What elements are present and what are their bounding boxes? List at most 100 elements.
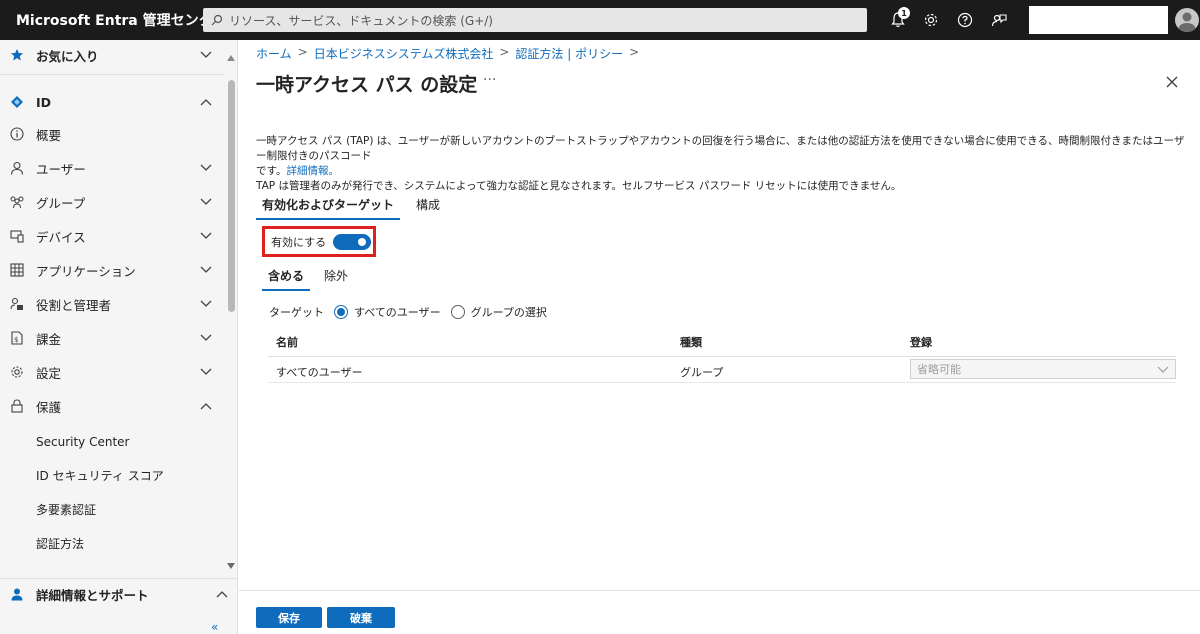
column-header-registration: 登録 — [910, 336, 932, 349]
roles-icon — [9, 296, 25, 312]
sidebar-item-label: 詳細情報とサポート — [36, 587, 149, 603]
column-header-name: 名前 — [276, 336, 298, 349]
tab-enable-and-target[interactable]: 有効化およびターゲット — [256, 198, 401, 220]
support-icon — [9, 586, 25, 602]
page-title: 一時アクセス パス の設定 — [256, 74, 478, 96]
sidebar-item-label: 設定 — [36, 365, 62, 381]
chevron-down-icon — [1157, 364, 1169, 377]
sidebar-item-label: 概要 — [36, 127, 62, 143]
sidebar-item-label: 多要素認証 — [36, 502, 97, 517]
feedback-icon[interactable] — [989, 10, 1009, 30]
chevron-down-icon[interactable] — [198, 160, 214, 176]
chevron-down-icon[interactable] — [198, 47, 214, 63]
lock-icon — [9, 398, 25, 414]
search-placeholder: リソース、サービス、ドキュメントの検索 (G+/) — [229, 13, 493, 28]
sidebar-item-label: 役割と管理者 — [36, 297, 112, 313]
target-label: ターゲット — [269, 306, 324, 319]
scroll-down-icon[interactable] — [227, 554, 235, 569]
chevron-up-icon[interactable] — [214, 586, 230, 602]
more-options-button[interactable]: ··· — [483, 72, 496, 88]
discard-button[interactable]: 破棄 — [327, 607, 395, 628]
learn-more-link[interactable]: 詳細情報。 — [286, 165, 339, 177]
sidebar-item-id[interactable]: ID — [0, 87, 224, 117]
sidebar-item-users[interactable]: ユーザー — [0, 153, 224, 183]
chevron-down-icon[interactable] — [198, 364, 214, 380]
enable-label: 有効にする — [271, 235, 327, 249]
sidebar-item-label: ID セキュリティ スコア — [36, 468, 164, 483]
sidebar-scrollbar[interactable] — [225, 40, 237, 569]
sidebar-item-label: グループ — [36, 195, 86, 211]
close-icon[interactable] — [1165, 74, 1179, 88]
chevron-down-icon[interactable] — [198, 330, 214, 346]
chevron-up-icon[interactable] — [198, 94, 214, 110]
search-input[interactable]: リソース、サービス、ドキュメントの検索 (G+/) — [203, 8, 867, 32]
sidebar-subitem-security-center[interactable]: Security Center — [0, 427, 224, 457]
sidebar-item-learn-support[interactable]: 詳細情報とサポート — [0, 579, 228, 609]
registration-value: 省略可能 — [917, 363, 961, 376]
account-name-box[interactable] — [1029, 6, 1168, 34]
brand-title[interactable]: Microsoft Entra 管理センター — [16, 10, 227, 30]
chevron-up-icon[interactable] — [198, 398, 214, 414]
sidebar: お気に入り ID 概要 ユーザー グループ デバイス アプリケーション 役割と管… — [0, 40, 238, 634]
sidebar-item-billing[interactable]: $ 課金 — [0, 323, 224, 353]
description-line: 一時アクセス パス (TAP) は、ユーザーが新しいアカウントのブートストラップ… — [256, 135, 1185, 162]
breadcrumb-tenant[interactable]: 日本ビジネスシステムズ株式会社 — [314, 45, 494, 62]
sidebar-item-label: ユーザー — [36, 161, 86, 177]
registration-dropdown[interactable]: 省略可能 — [910, 359, 1176, 379]
description-line: です。詳細情報。 — [256, 165, 339, 177]
sidebar-subitem-auth-methods[interactable]: 認証方法 — [0, 528, 224, 558]
help-icon[interactable] — [955, 10, 975, 30]
gear-icon[interactable] — [921, 10, 941, 30]
apps-icon — [9, 262, 25, 278]
enable-toggle[interactable] — [333, 233, 372, 250]
sidebar-item-label: ID — [36, 94, 52, 110]
settings-icon — [9, 364, 25, 380]
sidebar-subitem-mfa[interactable]: 多要素認証 — [0, 494, 224, 524]
target-selector: ターゲット すべてのユーザー グループの選択 — [269, 304, 547, 320]
star-icon — [9, 47, 25, 63]
chevron-down-icon[interactable] — [198, 194, 214, 210]
sidebar-item-label: 保護 — [36, 399, 62, 415]
tab-configure[interactable]: 構成 — [410, 198, 446, 220]
breadcrumb-home[interactable]: ホーム — [256, 45, 292, 62]
sidebar-item-devices[interactable]: デバイス — [0, 221, 224, 251]
notification-badge: 1 — [898, 7, 910, 19]
sidebar-item-applications[interactable]: アプリケーション — [0, 255, 224, 285]
svg-text:$: $ — [14, 336, 18, 344]
sidebar-item-favorites[interactable]: お気に入り — [0, 40, 224, 70]
scroll-thumb[interactable] — [228, 80, 235, 312]
info-icon — [9, 126, 25, 142]
sidebar-subitem-id-secure-score[interactable]: ID セキュリティ スコア — [0, 460, 224, 490]
sidebar-item-roles[interactable]: 役割と管理者 — [0, 289, 224, 319]
sidebar-item-overview[interactable]: 概要 — [0, 119, 224, 149]
main-panel: ホーム > 日本ビジネスシステムズ株式会社 > 認証方法 | ポリシー > 一時… — [239, 40, 1200, 634]
save-button[interactable]: 保存 — [256, 607, 322, 628]
tab-bar: 有効化およびターゲット 構成 — [256, 198, 456, 220]
sidebar-item-label: お気に入り — [36, 48, 99, 64]
breadcrumb-auth-methods[interactable]: 認証方法 | ポリシー — [515, 45, 623, 62]
sidebar-item-label: 認証方法 — [36, 536, 85, 551]
radio-all-users-label[interactable]: すべてのユーザー — [354, 304, 441, 320]
avatar[interactable] — [1175, 8, 1199, 32]
sidebar-item-settings[interactable]: 設定 — [0, 357, 224, 387]
sidebar-item-groups[interactable]: グループ — [0, 187, 224, 217]
sidebar-item-label: デバイス — [36, 229, 86, 245]
radio-select-groups-label[interactable]: グループの選択 — [471, 304, 547, 320]
header-divider — [268, 356, 1176, 357]
scroll-up-icon[interactable] — [227, 46, 235, 61]
chevron-down-icon[interactable] — [198, 262, 214, 278]
user-icon — [9, 160, 25, 176]
tab-exclude[interactable]: 除外 — [318, 269, 354, 291]
subtab-bar: 含める 除外 — [262, 269, 362, 291]
collapse-sidebar-button[interactable]: « — [211, 620, 218, 634]
tab-include[interactable]: 含める — [262, 269, 311, 291]
chevron-down-icon[interactable] — [198, 228, 214, 244]
description-line: TAP は管理者のみが発行でき、システムによって強力な認証と見なされます。セルフ… — [256, 180, 902, 192]
description: 一時アクセス パス (TAP) は、ユーザーが新しいアカウントのブートストラップ… — [256, 134, 1186, 194]
identity-icon — [9, 94, 25, 110]
chevron-down-icon[interactable] — [198, 296, 214, 312]
radio-all-users[interactable] — [334, 305, 348, 319]
toggle-knob — [358, 237, 367, 246]
radio-select-groups[interactable] — [450, 305, 465, 319]
sidebar-item-protection[interactable]: 保護 — [0, 391, 224, 421]
